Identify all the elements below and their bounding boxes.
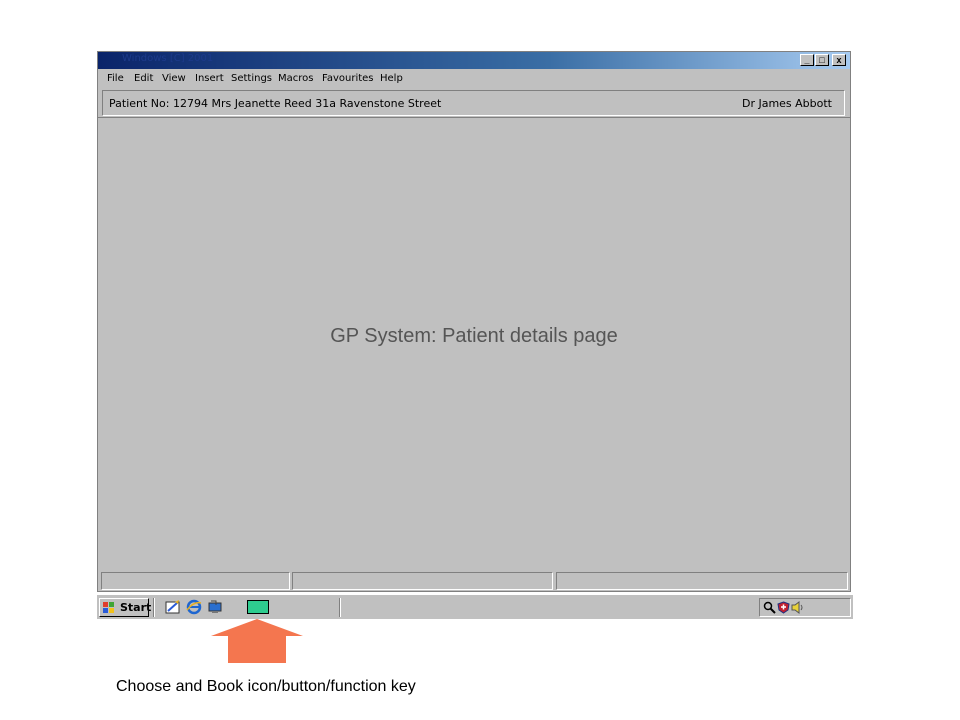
taskbar-separator	[153, 598, 155, 617]
taskbar-separator	[339, 598, 341, 617]
doctor-name: Dr James Abbott	[741, 97, 832, 110]
main-content: GP System: Patient details page	[98, 117, 850, 573]
menu-bar: File Edit View Insert Settings Macros Fa…	[98, 70, 850, 88]
choose-and-book-button[interactable]	[247, 600, 269, 614]
search-icon[interactable]	[763, 601, 776, 614]
start-button[interactable]: Start	[99, 598, 152, 617]
close-button[interactable]: x	[832, 54, 846, 66]
desktop-icon[interactable]	[207, 599, 223, 615]
patient-info: Patient No: 12794 Mrs Jeanette Reed 31a …	[109, 97, 442, 110]
status-pane-2	[292, 572, 553, 590]
pointer-arrow	[211, 619, 303, 663]
status-pane-3	[556, 572, 848, 590]
menu-edit[interactable]: Edit	[134, 73, 153, 84]
taskbar: Start	[97, 594, 853, 619]
menu-file[interactable]: File	[107, 73, 124, 84]
menu-insert[interactable]: Insert	[195, 73, 224, 84]
menu-view[interactable]: View	[162, 73, 186, 84]
app-window: Windows [C] 2001 _ □ x File Edit View In…	[97, 51, 851, 592]
start-label: Start	[120, 601, 152, 614]
minimize-button[interactable]: _	[800, 54, 814, 66]
patient-banner: Patient No: 12794 Mrs Jeanette Reed 31a …	[102, 90, 845, 116]
page-heading: GP System: Patient details page	[330, 325, 618, 347]
internet-explorer-icon[interactable]	[186, 599, 202, 615]
menu-help[interactable]: Help	[380, 73, 403, 84]
menu-settings[interactable]: Settings	[231, 73, 272, 84]
status-pane-1	[101, 572, 290, 590]
windows-flag-icon	[103, 602, 114, 613]
outlook-icon[interactable]	[165, 599, 181, 615]
menu-favourites[interactable]: Favourites	[322, 73, 374, 84]
window-title: Windows [C] 2001	[122, 53, 214, 64]
maximize-button[interactable]: □	[815, 54, 829, 66]
menu-macros[interactable]: Macros	[278, 73, 313, 84]
shield-icon[interactable]	[777, 601, 790, 614]
system-tray	[759, 598, 851, 617]
annotation-caption: Choose and Book icon/button/function key	[116, 678, 416, 695]
status-bar	[98, 572, 850, 591]
speaker-icon[interactable]	[791, 601, 804, 614]
title-bar[interactable]: Windows [C] 2001 _ □ x	[98, 52, 850, 69]
